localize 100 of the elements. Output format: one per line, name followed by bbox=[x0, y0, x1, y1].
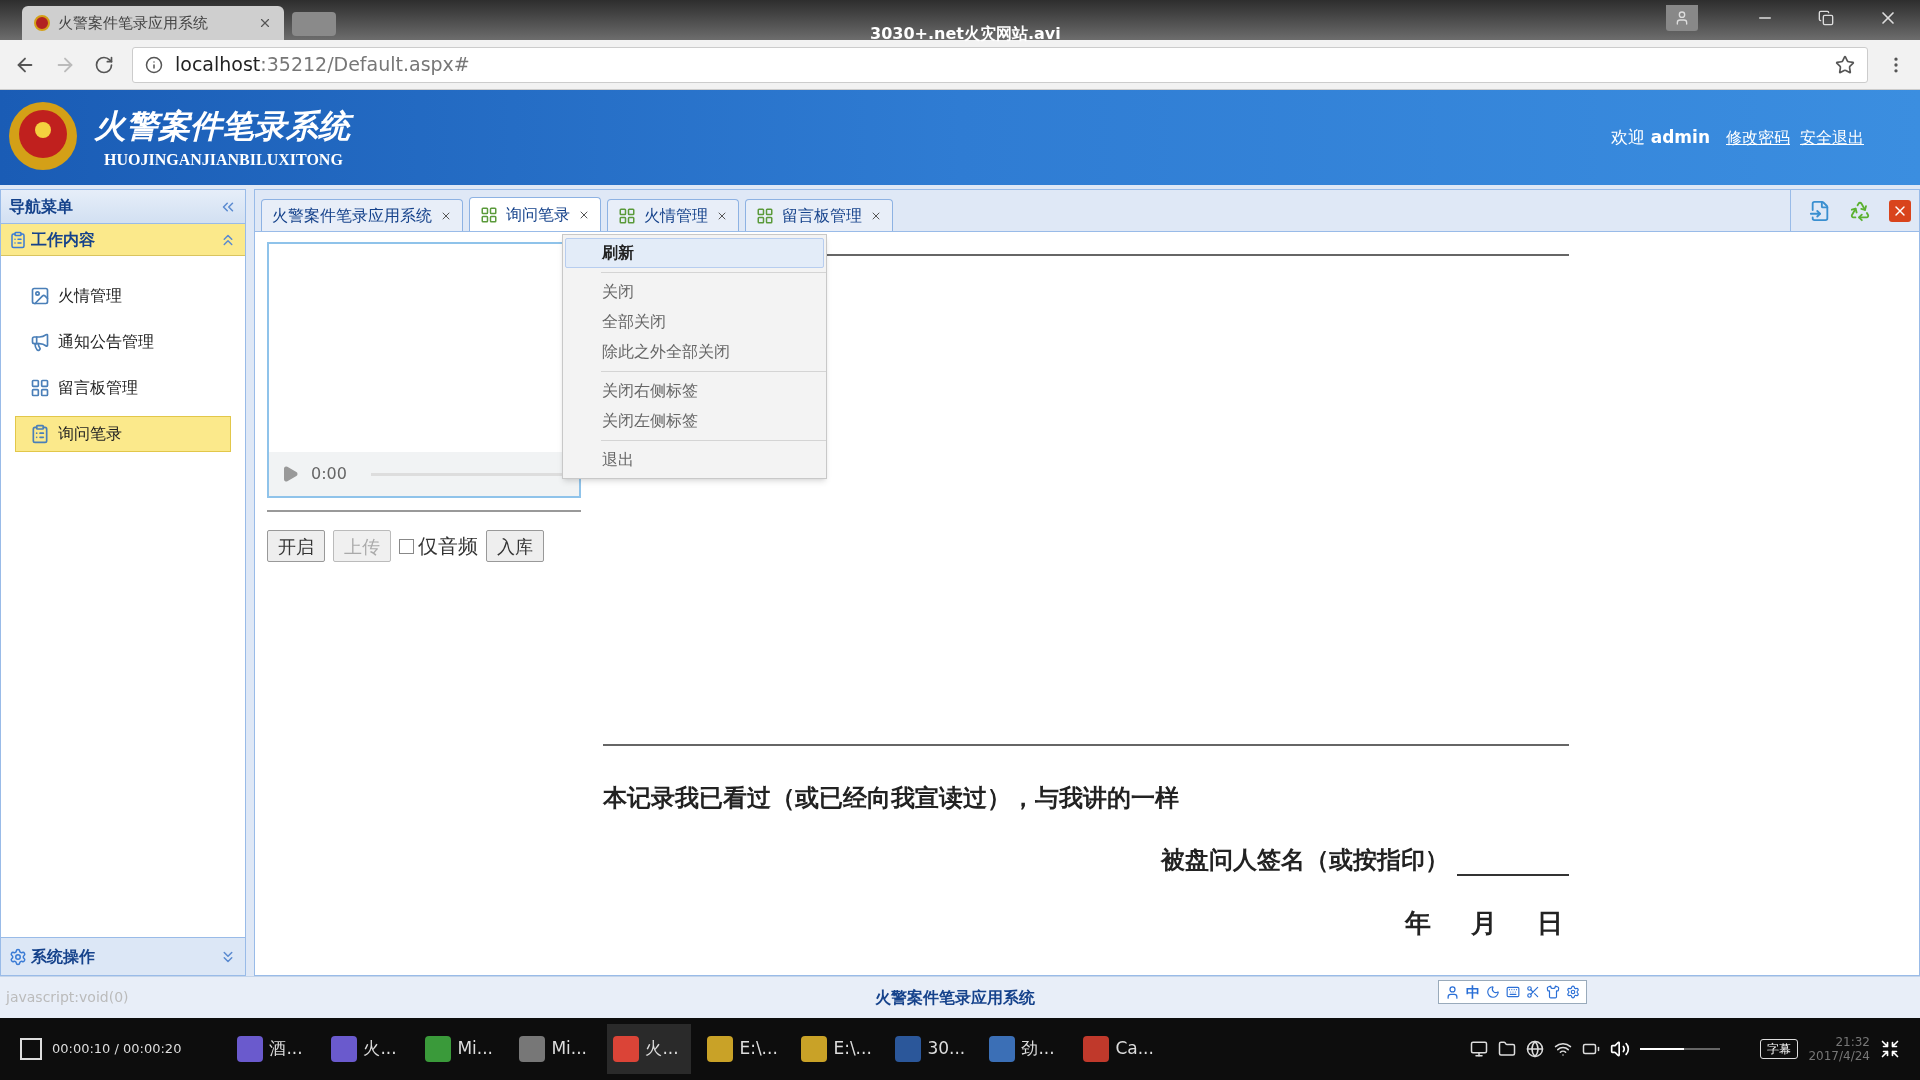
taskbar-button[interactable]: Mi... bbox=[419, 1024, 504, 1074]
taskbar-button[interactable]: E:\... bbox=[795, 1024, 880, 1074]
nav-item[interactable]: 询问笔录 bbox=[15, 416, 231, 452]
monitor-icon[interactable] bbox=[1470, 1040, 1489, 1058]
section-label: 工作内容 bbox=[31, 228, 96, 251]
audio-time: 0:00 bbox=[311, 463, 347, 485]
accordion-header[interactable]: 系统操作 bbox=[1, 937, 245, 975]
info-icon bbox=[145, 55, 163, 74]
taskbar-label: E:\... bbox=[833, 1037, 872, 1061]
taskbar-button[interactable]: 火... bbox=[607, 1024, 692, 1074]
gear-icon bbox=[9, 947, 27, 966]
app-icon bbox=[425, 1036, 452, 1062]
tab[interactable]: 火情管理 bbox=[607, 199, 739, 231]
tab-icon bbox=[756, 206, 774, 225]
tab[interactable]: 火警案件笔录应用系统 bbox=[261, 199, 463, 231]
app-icon bbox=[1083, 1036, 1110, 1062]
clock-time: 21:32 bbox=[1835, 1035, 1870, 1049]
tab-label: 火警案件笔录应用系统 bbox=[272, 204, 432, 227]
taskbar-button[interactable]: 酒... bbox=[231, 1024, 316, 1074]
taskbar-button[interactable]: 劲... bbox=[983, 1024, 1068, 1074]
taskbar-label: 30... bbox=[927, 1037, 966, 1061]
close-icon[interactable] bbox=[1889, 199, 1911, 222]
moon-icon[interactable] bbox=[1486, 985, 1500, 999]
clipboard-icon bbox=[9, 230, 27, 249]
app-icon bbox=[237, 1036, 264, 1062]
tab-icon bbox=[480, 205, 498, 224]
scissors-icon[interactable] bbox=[1526, 985, 1540, 999]
taskbar-button[interactable]: Mi... bbox=[513, 1024, 598, 1074]
profile-icon[interactable] bbox=[1674, 10, 1690, 26]
wifi-icon[interactable] bbox=[1554, 1040, 1573, 1058]
fullscreen-toggle-icon[interactable] bbox=[20, 1038, 42, 1060]
nav-item-label: 火情管理 bbox=[58, 285, 122, 307]
nav-item[interactable]: 留言板管理 bbox=[15, 370, 231, 406]
taskbar-label: Ca... bbox=[1115, 1037, 1154, 1061]
subtitle-button[interactable]: 字幕 bbox=[1760, 1039, 1799, 1059]
browser-tab[interactable]: 火警案件笔录应用系统 bbox=[22, 6, 284, 40]
app-icon bbox=[895, 1036, 922, 1062]
header-link[interactable]: 安全退出 bbox=[1800, 125, 1864, 150]
volume-icon[interactable] bbox=[1610, 1039, 1631, 1059]
restore-icon[interactable] bbox=[1818, 10, 1834, 26]
reload-icon[interactable] bbox=[94, 54, 114, 75]
shirt-icon[interactable] bbox=[1546, 985, 1560, 999]
app-icon bbox=[519, 1036, 546, 1062]
taskbar-label: Mi... bbox=[457, 1037, 494, 1061]
checkbox[interactable] bbox=[399, 538, 414, 554]
nav-item-label: 询问笔录 bbox=[58, 423, 122, 445]
browser-tab-title: 火警案件笔录应用系统 bbox=[58, 12, 209, 34]
taskbar-label: Mi... bbox=[551, 1037, 588, 1061]
bookmark-star-icon[interactable] bbox=[1835, 54, 1855, 75]
nav-item-label: 通知公告管理 bbox=[58, 331, 154, 353]
status-link-text: javascript:void(0) bbox=[6, 988, 129, 1007]
taskbar-button[interactable]: E:\... bbox=[701, 1024, 786, 1074]
app-icon bbox=[331, 1036, 358, 1062]
address-field[interactable]: localhost:35212/Default.aspx# bbox=[132, 46, 1868, 83]
form-button[interactable]: 开启 bbox=[267, 530, 325, 562]
header-link[interactable]: 修改密码 bbox=[1726, 125, 1790, 150]
settings-icon[interactable] bbox=[1566, 985, 1580, 999]
taskbar-label: E:\... bbox=[739, 1037, 778, 1061]
accordion-header[interactable]: 工作内容 bbox=[1, 224, 245, 256]
nav-item[interactable]: 通知公告管理 bbox=[15, 324, 231, 360]
tab-label: 询问笔录 bbox=[506, 203, 570, 226]
ime-mode[interactable]: 中 bbox=[1466, 981, 1480, 1003]
globe-icon[interactable] bbox=[1526, 1040, 1545, 1058]
nav-item-label: 留言板管理 bbox=[58, 377, 138, 399]
folder-icon[interactable] bbox=[1498, 1040, 1517, 1058]
emblem-icon bbox=[34, 15, 50, 31]
clipboard-icon bbox=[30, 424, 50, 444]
nav-item[interactable]: 火情管理 bbox=[15, 278, 231, 314]
section-label: 系统操作 bbox=[31, 945, 96, 968]
keyboard-icon[interactable] bbox=[1506, 985, 1520, 999]
picture-icon bbox=[30, 286, 50, 306]
taskbar-label: 劲... bbox=[1021, 1037, 1055, 1061]
exit-fullscreen-icon[interactable] bbox=[1880, 1039, 1900, 1059]
save-button[interactable]: 入库 bbox=[486, 530, 544, 562]
url-text: localhost:35212/Default.aspx# bbox=[175, 52, 470, 78]
clock-date: 2017/4/24 bbox=[1808, 1049, 1870, 1063]
tab[interactable]: 留言板管理 bbox=[745, 199, 893, 231]
app-icon bbox=[801, 1036, 828, 1062]
taskbar-button[interactable]: Ca... bbox=[1077, 1024, 1162, 1074]
welcome-text: 欢迎 admin bbox=[1611, 125, 1710, 149]
app-icon bbox=[707, 1036, 734, 1062]
tab-label: 火情管理 bbox=[644, 204, 708, 227]
date-label: 日 bbox=[1537, 907, 1563, 940]
tab-icon bbox=[618, 206, 636, 225]
taskbar-button[interactable]: 30... bbox=[889, 1024, 974, 1074]
tab[interactable]: 询问笔录 bbox=[469, 197, 601, 231]
grid-icon bbox=[30, 378, 50, 398]
taskbar-label: 酒... bbox=[269, 1037, 303, 1061]
document-icon[interactable] bbox=[1809, 199, 1831, 222]
taskbar-button[interactable]: 火... bbox=[325, 1024, 410, 1074]
date-label: 月 bbox=[1471, 907, 1497, 940]
app-subtitle: HUOJINGANJIANBILUXITONG bbox=[104, 149, 344, 170]
video-title: 3030+.net火灾网站.avi bbox=[870, 23, 1061, 45]
taskbar-label: 火... bbox=[645, 1037, 679, 1061]
avatar-icon[interactable] bbox=[1445, 984, 1460, 1000]
close-icon[interactable] bbox=[258, 16, 272, 30]
menu-item[interactable]: 刷新 bbox=[565, 238, 824, 268]
play-icon[interactable] bbox=[281, 465, 299, 483]
signature-label: 被盘问人签名（或按指印） bbox=[1161, 845, 1449, 876]
megaphone-icon bbox=[30, 332, 50, 352]
